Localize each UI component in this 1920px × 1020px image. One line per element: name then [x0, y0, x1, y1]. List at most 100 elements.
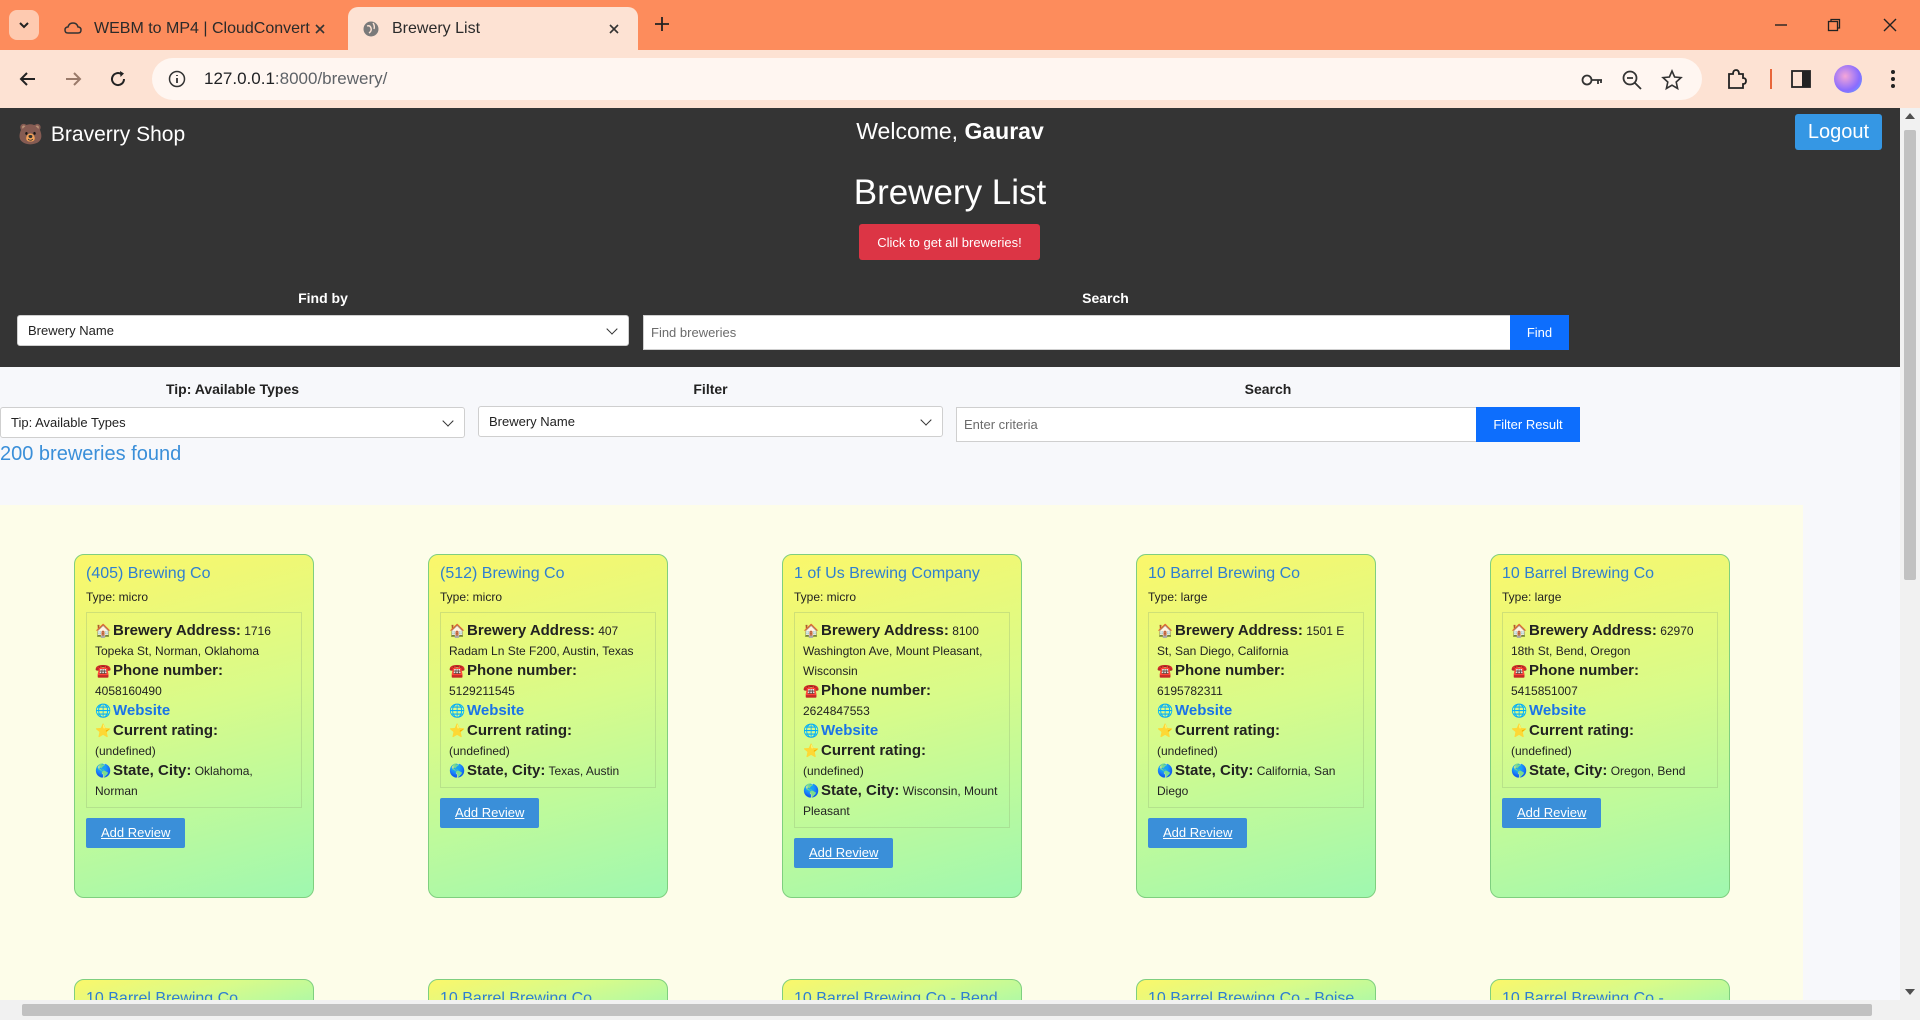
welcome-user: Gaurav [964, 118, 1044, 144]
page-viewport: 🐻 Braverry Shop Welcome, Gaurav Logout B… [0, 108, 1900, 1000]
earth-icon: 🌎 [803, 783, 820, 798]
telephone-icon: ☎️ [449, 663, 466, 678]
website-link[interactable]: Website [113, 702, 170, 719]
phone-row: ☎️ Phone number: 2624847553 [803, 681, 1001, 721]
horizontal-scrollbar[interactable] [0, 1000, 1920, 1020]
brewery-name[interactable]: 10 Barrel Brewing Co [86, 990, 302, 1000]
brewery-type: Type: micro [440, 590, 503, 604]
brewery-name[interactable]: 10 Barrel Brewing Co [1148, 565, 1364, 583]
scroll-thumb[interactable] [22, 1004, 1872, 1016]
rating-value: (undefined) [449, 744, 510, 758]
house-icon: 🏠 [803, 623, 820, 638]
more-menu-icon[interactable] [1880, 66, 1906, 92]
brewery-name[interactable]: 10 Barrel Brewing Co [1502, 565, 1718, 583]
brewery-details: 🏠 Brewery Address: 407 Radam Ln Ste F200,… [440, 612, 656, 788]
house-icon: 🏠 [1511, 623, 1528, 638]
side-panel-icon[interactable] [1788, 66, 1814, 92]
page-title: Brewery List [853, 173, 1047, 212]
website-row: 🌐 Website [803, 721, 1001, 741]
extensions-icon[interactable] [1723, 66, 1749, 92]
scroll-thumb[interactable] [1904, 130, 1916, 580]
welcome-message: Welcome, Gaurav [0, 118, 1900, 145]
profile-avatar[interactable] [1834, 65, 1862, 93]
website-link[interactable]: Website [1529, 702, 1586, 719]
arrow-left-icon [19, 72, 35, 86]
brewery-name[interactable]: 1 of Us Brewing Company [794, 565, 1010, 583]
brewery-name[interactable]: (405) Brewing Co [86, 565, 302, 583]
url-text[interactable]: 127.0.0.1:8000/brewery/ [204, 69, 387, 89]
add-review-button[interactable]: Add Review [1502, 798, 1602, 828]
logout-button[interactable]: Logout [1795, 114, 1882, 150]
rating-row: ⭐ Current rating: (undefined) [449, 721, 647, 761]
address-row: 🏠 Brewery Address: 62970 18th St, Bend, O… [1511, 621, 1709, 661]
brewery-name[interactable]: 10 Barrel Brewing Co - Bend [794, 990, 1010, 1000]
forward-button[interactable] [59, 65, 87, 93]
find-by-value: Brewery Name [28, 323, 114, 338]
address-label: Brewery Address: [821, 622, 949, 639]
reload-button[interactable] [104, 65, 132, 93]
find-by-select[interactable]: Brewery Name [17, 315, 629, 346]
search-input[interactable]: Find breweries [643, 315, 1511, 350]
state-city-label: State, City: [467, 762, 546, 779]
brewery-type: Type: large [1502, 590, 1562, 604]
scroll-down-icon[interactable] [1905, 989, 1915, 995]
phone-row: ☎️ Phone number: 4058160490 [95, 661, 293, 701]
brewery-type: Type: large [1148, 590, 1208, 604]
minimize-button[interactable] [1768, 12, 1794, 38]
tab-cloudconvert[interactable]: WEBM to MP4 | CloudConvert [50, 7, 344, 50]
telephone-icon: ☎️ [95, 663, 112, 678]
reload-icon [111, 71, 126, 87]
globe-icon: 🌐 [1511, 703, 1528, 718]
new-tab-button[interactable] [650, 12, 674, 36]
rating-label: Current rating: [1175, 722, 1280, 739]
scroll-up-icon[interactable] [1905, 113, 1915, 119]
phone-label: Phone number: [821, 682, 932, 699]
website-link[interactable]: Website [1175, 702, 1232, 719]
address-bar[interactable]: 127.0.0.1:8000/brewery/ [152, 58, 1702, 100]
add-review-button[interactable]: Add Review [86, 818, 186, 848]
house-icon: 🏠 [95, 623, 112, 638]
website-link[interactable]: Website [467, 702, 524, 719]
bookmark-star-icon[interactable] [1660, 68, 1684, 92]
vertical-scrollbar[interactable] [1900, 108, 1920, 1000]
rating-label: Current rating: [467, 722, 572, 739]
criteria-input[interactable]: Enter criteria [956, 407, 1477, 442]
password-key-icon[interactable] [1580, 68, 1604, 92]
star-icon: ⭐ [1511, 723, 1528, 738]
address-label: Brewery Address: [113, 622, 241, 639]
close-icon[interactable] [604, 19, 624, 39]
earth-icon: 🌎 [449, 763, 466, 778]
rating-value: (undefined) [803, 764, 864, 778]
rating-label: Current rating: [113, 722, 218, 739]
tab-title: WEBM to MP4 | CloudConvert [94, 19, 310, 37]
tip-types-value: Tip: Available Types [11, 415, 126, 430]
tab-search-button[interactable] [9, 10, 39, 40]
brewery-type: Type: micro [794, 590, 857, 604]
back-button[interactable] [14, 65, 42, 93]
brewery-name[interactable]: (512) Brewing Co [440, 565, 656, 583]
brewery-name[interactable]: 10 Barrel Brewing Co - Boise [1148, 990, 1364, 1000]
close-icon[interactable] [310, 19, 330, 39]
filter-select[interactable]: Brewery Name [478, 406, 943, 437]
filter-result-button[interactable]: Filter Result [1476, 407, 1580, 442]
chevron-down-icon [606, 322, 618, 335]
brewery-name[interactable]: 10 Barrel Brewing Co - [1502, 990, 1718, 1000]
address-label: Brewery Address: [1529, 622, 1657, 639]
add-review-button[interactable]: Add Review [1148, 818, 1248, 848]
find-button[interactable]: Find [1510, 315, 1569, 350]
brewery-name[interactable]: 10 Barrel Brewing Co [440, 990, 656, 1000]
address-label: Brewery Address: [1175, 622, 1303, 639]
site-info-icon[interactable] [166, 68, 188, 90]
tab-brewery-list[interactable]: Brewery List [348, 7, 638, 50]
add-review-button[interactable]: Add Review [794, 838, 894, 868]
zoom-icon[interactable] [1620, 68, 1644, 92]
close-window-button[interactable] [1877, 12, 1903, 38]
add-review-button[interactable]: Add Review [440, 798, 540, 828]
website-link[interactable]: Website [821, 722, 878, 739]
filter-value: Brewery Name [489, 414, 575, 429]
chevron-down-icon [19, 22, 29, 29]
tip-types-select[interactable]: Tip: Available Types [0, 407, 465, 438]
state-city-label: State, City: [1529, 762, 1608, 779]
restore-button[interactable] [1821, 12, 1847, 38]
get-all-breweries-button[interactable]: Click to get all breweries! [859, 224, 1040, 260]
